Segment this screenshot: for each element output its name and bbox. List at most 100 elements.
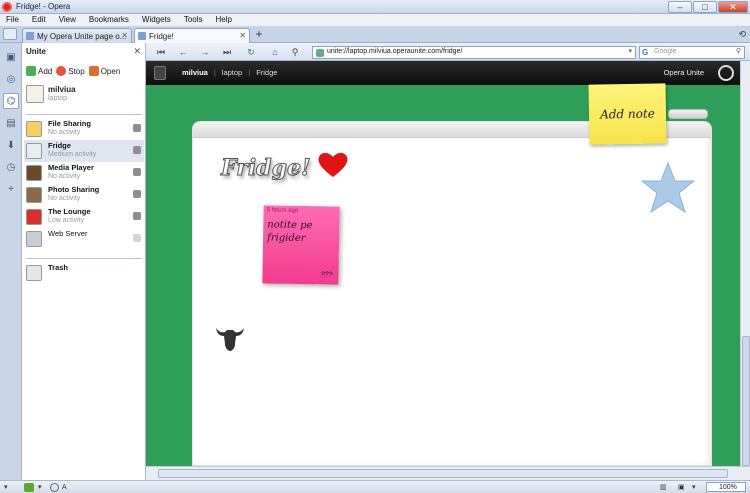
close-panel-icon[interactable]: ✕ (133, 46, 141, 57)
service-the-lounge[interactable]: The Lounge Low activity (24, 206, 144, 228)
zoom-control[interactable]: 100% (706, 482, 746, 492)
open-button[interactable]: Open (88, 66, 121, 76)
address-field[interactable]: unite://laptop.milviua.operaunite.com/fr… (312, 46, 636, 59)
tab-my-opera-unite[interactable]: My Opera Unite page o... ✕ (22, 28, 132, 43)
page-dropdown-icon[interactable]: ▾ (692, 483, 696, 492)
trash-item[interactable]: Trash (24, 262, 144, 284)
unite-owner[interactable]: milviua laptop (24, 83, 144, 109)
add-note-button[interactable]: Add note (588, 83, 667, 145)
service-state-icon (133, 124, 141, 132)
breadcrumb-user[interactable]: milviua (182, 68, 208, 77)
rewind-icon[interactable]: ⏮ (154, 46, 168, 58)
service-status: Low activity (48, 217, 85, 224)
new-tab-button[interactable]: + (252, 28, 266, 41)
horizontal-scrollbar[interactable] (146, 466, 750, 480)
star-magnet-icon (640, 161, 696, 214)
device-name: laptop (48, 95, 68, 102)
page-icon (138, 32, 146, 40)
search-field[interactable]: G Google ⚲ (639, 46, 745, 59)
close-window-icon[interactable]: ✕ (718, 1, 748, 13)
minimize-icon[interactable]: – (668, 1, 692, 13)
stop-label: Stop (68, 66, 85, 76)
breadcrumb-service: Fridge (256, 68, 278, 77)
panel-title[interactable]: Unite (26, 47, 46, 56)
widgets-panel-icon[interactable]: ◎ (3, 71, 19, 87)
photo-sharing-icon (26, 187, 42, 203)
home-nav-icon[interactable]: ⌂ (268, 46, 282, 58)
turbo-icon[interactable]: ▾ (38, 483, 42, 492)
breadcrumb-device[interactable]: laptop (222, 68, 242, 77)
menu-help[interactable]: Help (216, 14, 232, 26)
service-media-player[interactable]: Media Player No activity (24, 162, 144, 184)
speed-dial-icon[interactable] (50, 483, 59, 492)
maximize-icon[interactable]: □ (693, 1, 717, 13)
close-tab-icon[interactable]: ✕ (239, 31, 246, 40)
add-icon (26, 66, 36, 76)
lounge-icon (26, 209, 42, 225)
opera-logo-icon (2, 2, 12, 12)
add-panel-icon[interactable]: + (3, 181, 19, 197)
transfers-panel-icon[interactable]: ⬇ (3, 137, 19, 153)
scroll-thumb[interactable] (158, 469, 728, 478)
images-icon[interactable]: ▣ (678, 483, 685, 492)
menu-edit[interactable]: Edit (32, 14, 46, 26)
service-state-icon (133, 212, 141, 220)
trash-label: Trash (48, 263, 69, 272)
service-state-icon (133, 146, 141, 154)
heart-magnet-icon (318, 152, 348, 177)
menu-file[interactable]: File (6, 14, 19, 26)
service-status: No activity (48, 195, 81, 202)
search-icon[interactable]: ⚲ (736, 47, 741, 55)
breadcrumb: milviua | laptop | Fridge (182, 68, 277, 77)
service-web-server[interactable]: Web Server (24, 228, 144, 250)
fast-forward-icon[interactable]: ⏭ (220, 46, 234, 58)
service-state-icon (133, 234, 141, 242)
vertical-scrollbar[interactable] (740, 61, 750, 466)
owner-name: milviua (48, 85, 76, 94)
closed-tabs-icon[interactable]: ⟲ (738, 29, 746, 40)
notes-panel-icon[interactable]: ▤ (3, 115, 19, 131)
panel-toggle-button[interactable] (3, 28, 17, 40)
service-status: No activity (48, 129, 81, 136)
scroll-thumb[interactable] (742, 336, 750, 466)
forward-icon[interactable]: → (198, 46, 212, 58)
unite-panel-icon[interactable]: ⌬ (3, 93, 19, 109)
bookmarks-panel-icon[interactable]: ▣ (3, 49, 19, 65)
bull-magnet-icon (216, 328, 244, 351)
open-label: Open (100, 66, 121, 76)
view-icon[interactable]: ▥ (660, 483, 667, 492)
add-label: Add (38, 66, 53, 76)
back-icon[interactable]: ← (176, 46, 190, 58)
status-bar: ▾ ▾ A ▥ ▣ ▾ 100% (0, 480, 750, 493)
search-placeholder: Google (654, 48, 677, 55)
close-tab-icon[interactable]: ✕ (121, 31, 128, 40)
sticky-note[interactable]: 5 hours ago notite pe frigider ??? (262, 205, 340, 285)
divider (26, 258, 142, 259)
service-fridge[interactable]: Fridge Medium activity (24, 140, 144, 162)
unite-status-icon[interactable] (24, 483, 34, 492)
menu-view[interactable]: View (59, 14, 76, 26)
menu-widgets[interactable]: Widgets (142, 14, 171, 26)
history-panel-icon[interactable]: ◷ (3, 159, 19, 175)
service-name: Media Player (48, 163, 94, 172)
note-text: notite pe frigider (267, 219, 313, 245)
panel-menu-icon[interactable]: ▾ (4, 483, 8, 492)
opera-unite-brand[interactable]: Opera Unite (664, 68, 704, 77)
service-file-sharing[interactable]: File Sharing No activity (24, 118, 144, 140)
wand-icon[interactable]: ⚲ (288, 46, 302, 58)
google-icon: G (642, 48, 649, 57)
tab-fridge[interactable]: Fridge! ✕ (134, 28, 250, 44)
trash-icon (26, 265, 42, 281)
service-name: Photo Sharing (48, 185, 100, 194)
add-button[interactable]: Add (26, 66, 52, 76)
reload-icon[interactable]: ↻ (244, 46, 258, 58)
home-icon (26, 85, 44, 103)
panel-toolbar: Add Stop Open (22, 63, 146, 79)
stop-button[interactable]: Stop (56, 66, 85, 76)
window-controls: – □ ✕ (668, 1, 748, 13)
dropdown-icon[interactable]: ▾ (628, 47, 632, 55)
service-photo-sharing[interactable]: Photo Sharing No activity (24, 184, 144, 206)
menu-bookmarks[interactable]: Bookmarks (89, 14, 129, 26)
service-state-icon (133, 168, 141, 176)
menu-tools[interactable]: Tools (184, 14, 203, 26)
